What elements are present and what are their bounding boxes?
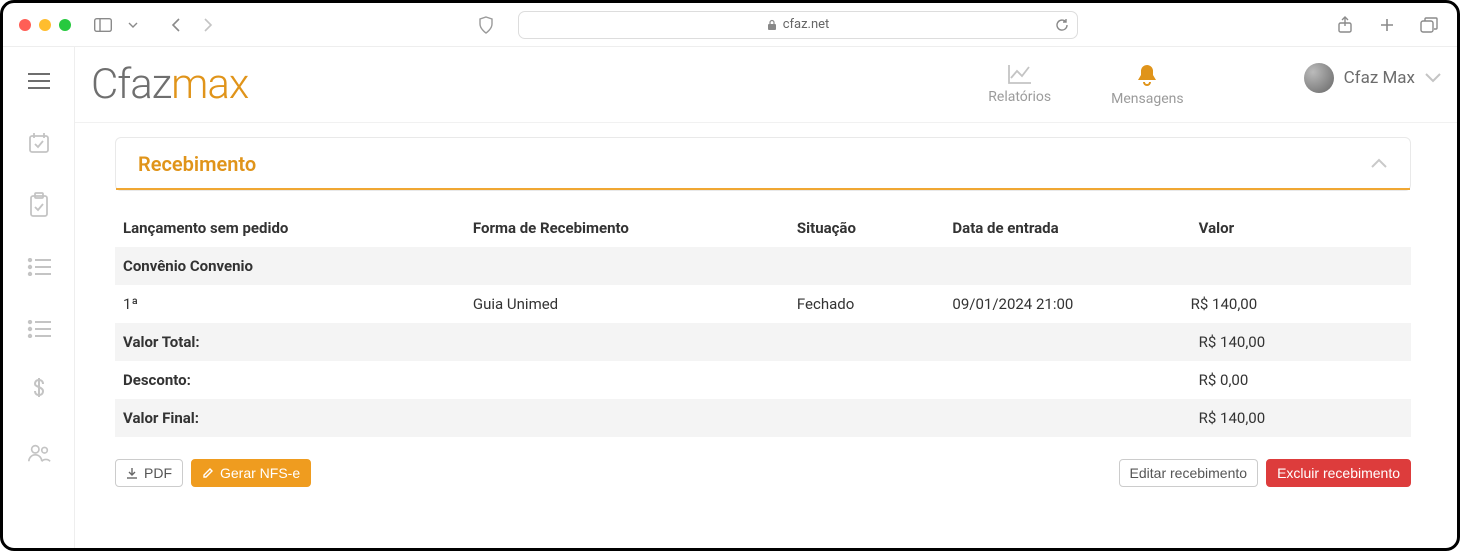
pdf-label: PDF	[144, 465, 172, 481]
panel-title: Recebimento	[138, 152, 256, 176]
window-controls	[19, 19, 71, 31]
group-header: Convênio Convenio	[115, 247, 1411, 285]
app-topbar: Cfazmax Relatórios Mensagens Cfaz Max	[75, 47, 1457, 123]
close-window-icon[interactable]	[19, 19, 31, 31]
dollar-icon[interactable]	[27, 379, 51, 403]
bell-icon	[1136, 63, 1158, 87]
receipts-table: Lançamento sem pedido Forma de Recebimen…	[115, 209, 1411, 437]
new-tab-icon[interactable]	[1375, 13, 1399, 37]
sidebar-toggle-icon[interactable]	[91, 13, 115, 37]
list-alt-icon[interactable]	[27, 317, 51, 341]
menu-icon[interactable]	[27, 69, 51, 93]
app-logo[interactable]: Cfazmax	[91, 60, 248, 109]
row-final: Valor Final: R$ 140,00	[115, 399, 1411, 437]
app-sidebar	[3, 47, 75, 548]
nfse-label: Gerar NFS-e	[220, 465, 300, 481]
pdf-button[interactable]: PDF	[115, 459, 183, 487]
list-icon[interactable]	[27, 255, 51, 279]
chevron-down-icon	[1425, 73, 1441, 83]
user-menu[interactable]: Cfaz Max	[1304, 63, 1441, 93]
calendar-check-icon[interactable]	[27, 131, 51, 155]
discount-value: R$ 0,00	[1191, 361, 1411, 399]
download-icon	[126, 467, 138, 479]
nav-messages[interactable]: Mensagens	[1111, 63, 1183, 107]
cell-forma: Guia Unimed	[465, 285, 789, 323]
url-text: cfaz.net	[783, 17, 830, 32]
maximize-window-icon[interactable]	[59, 19, 71, 31]
edit-icon	[202, 467, 214, 479]
forward-icon[interactable]	[195, 13, 219, 37]
nav-messages-label: Mensagens	[1111, 91, 1183, 107]
users-icon[interactable]	[27, 441, 51, 465]
edit-button[interactable]: Editar recebimento	[1119, 459, 1259, 487]
cell-lancamento: 1ª	[115, 285, 465, 323]
col-valor: Valor	[1191, 209, 1411, 247]
final-label: Valor Final:	[115, 399, 1191, 437]
discount-label: Desconto:	[115, 361, 1191, 399]
nav-reports[interactable]: Relatórios	[988, 63, 1051, 105]
table-row[interactable]: 1ª Guia Unimed Fechado 09/01/2024 21:00 …	[115, 285, 1411, 323]
logo-part1: Cfaz	[91, 60, 171, 109]
nav-reports-label: Relatórios	[988, 89, 1051, 105]
edit-label: Editar recebimento	[1130, 465, 1248, 481]
table-group-row: Convênio Convenio	[115, 247, 1411, 285]
tabs-overview-icon[interactable]	[1417, 13, 1441, 37]
row-total: Valor Total: R$ 140,00	[115, 323, 1411, 361]
user-name: Cfaz Max	[1344, 68, 1415, 88]
clipboard-check-icon[interactable]	[27, 193, 51, 217]
minimize-window-icon[interactable]	[39, 19, 51, 31]
address-bar[interactable]: cfaz.net	[518, 11, 1078, 39]
avatar	[1304, 63, 1334, 93]
col-forma: Forma de Recebimento	[465, 209, 789, 247]
row-discount: Desconto: R$ 0,00	[115, 361, 1411, 399]
final-value: R$ 140,00	[1191, 399, 1411, 437]
delete-label: Excluir recebimento	[1277, 465, 1400, 481]
col-data: Data de entrada	[944, 209, 1190, 247]
cell-data: 09/01/2024 21:00	[944, 285, 1190, 323]
logo-part2: max	[171, 60, 248, 109]
action-buttons: PDF Gerar NFS-e Editar recebimento Exclu…	[115, 459, 1411, 487]
panel-recebimento: Recebimento	[115, 137, 1411, 191]
collapse-icon[interactable]	[1370, 158, 1388, 170]
privacy-shield-icon[interactable]	[474, 13, 498, 37]
browser-titlebar: cfaz.net	[3, 3, 1457, 47]
cell-situacao: Fechado	[789, 285, 945, 323]
table-header-row: Lançamento sem pedido Forma de Recebimen…	[115, 209, 1411, 247]
col-lancamento: Lançamento sem pedido	[115, 209, 465, 247]
chevron-down-icon[interactable]	[121, 13, 145, 37]
col-situacao: Situação	[789, 209, 945, 247]
total-value: R$ 140,00	[1191, 323, 1411, 361]
back-icon[interactable]	[165, 13, 189, 37]
delete-button[interactable]: Excluir recebimento	[1266, 459, 1411, 487]
lock-icon	[767, 19, 777, 31]
total-label: Valor Total:	[115, 323, 1191, 361]
share-icon[interactable]	[1333, 13, 1357, 37]
refresh-icon[interactable]	[1055, 18, 1069, 32]
chart-line-icon	[1007, 63, 1033, 85]
nfse-button[interactable]: Gerar NFS-e	[191, 459, 311, 487]
cell-valor: R$ 140,00	[1191, 285, 1411, 323]
